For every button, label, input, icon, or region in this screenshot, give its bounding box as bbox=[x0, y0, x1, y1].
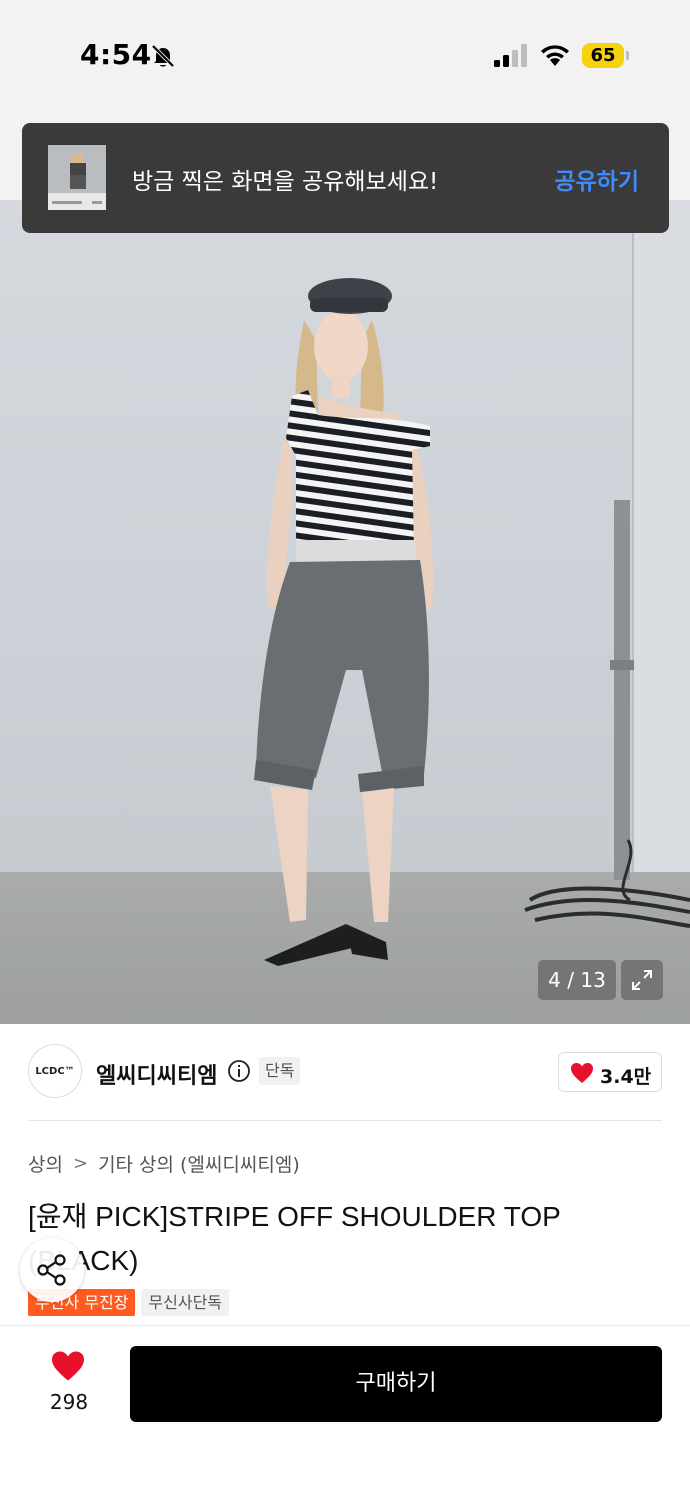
brand-name[interactable]: 엘씨디씨티엠 bbox=[96, 1058, 217, 1090]
buy-button[interactable]: 구매하기 bbox=[130, 1346, 662, 1422]
expand-button[interactable] bbox=[621, 960, 663, 1000]
battery-indicator: 65 bbox=[582, 43, 624, 68]
bottom-action-bar: 298 구매하기 bbox=[0, 1325, 690, 1500]
product-image[interactable]: 4 / 13 bbox=[0, 200, 690, 1024]
brand-like-count: 3.4만 bbox=[600, 1066, 652, 1088]
wishlist-button[interactable]: 298 bbox=[36, 1350, 102, 1420]
gallery-page-counter: 4 / 13 bbox=[538, 960, 616, 1000]
thumbnail-image bbox=[48, 145, 106, 210]
bell-muted-icon bbox=[151, 44, 175, 68]
battery-tip bbox=[626, 51, 629, 60]
share-button[interactable] bbox=[20, 1238, 84, 1302]
screenshot-thumbnail[interactable] bbox=[48, 145, 106, 210]
product-title: [윤재 PICK]STRIPE OFF SHOULDER TOP (BLACK) bbox=[28, 1201, 561, 1276]
info-icon[interactable] bbox=[227, 1059, 251, 1083]
breadcrumb-item[interactable]: 상의 bbox=[28, 1150, 63, 1177]
heart-icon bbox=[52, 1351, 84, 1381]
divider bbox=[28, 1120, 662, 1121]
breadcrumb: 상의 > 기타 상의 (엘씨디씨티엠) bbox=[28, 1150, 300, 1177]
brand-like-button[interactable]: 3.4만 bbox=[558, 1052, 662, 1092]
wishlist-count: 298 bbox=[49, 1390, 89, 1414]
share-icon bbox=[37, 1254, 66, 1286]
breadcrumb-item[interactable]: 기타 상의 (엘씨디씨티엠) bbox=[98, 1150, 300, 1177]
signal-icon bbox=[494, 44, 527, 67]
toast-share-button[interactable]: 공유하기 bbox=[554, 162, 639, 196]
exclusive-tag: 단독 bbox=[259, 1057, 301, 1085]
share-toast: 방금 찍은 화면을 공유해보세요! 공유하기 bbox=[22, 123, 669, 233]
model-figure bbox=[254, 278, 690, 966]
breadcrumb-separator: > bbox=[72, 1153, 89, 1174]
status-time: 4:54 bbox=[80, 38, 152, 71]
brand-logo[interactable]: LCDC™ bbox=[28, 1044, 82, 1098]
wifi-icon bbox=[541, 45, 569, 66]
heart-icon bbox=[571, 1063, 593, 1083]
expand-icon bbox=[632, 970, 652, 990]
toast-message: 방금 찍은 화면을 공유해보세요! bbox=[132, 169, 439, 195]
exclusive-badge: 무신사단독 bbox=[141, 1289, 230, 1316]
brand-row: LCDC™ 엘씨디씨티엠 단독 3.4만 bbox=[0, 1024, 690, 1120]
